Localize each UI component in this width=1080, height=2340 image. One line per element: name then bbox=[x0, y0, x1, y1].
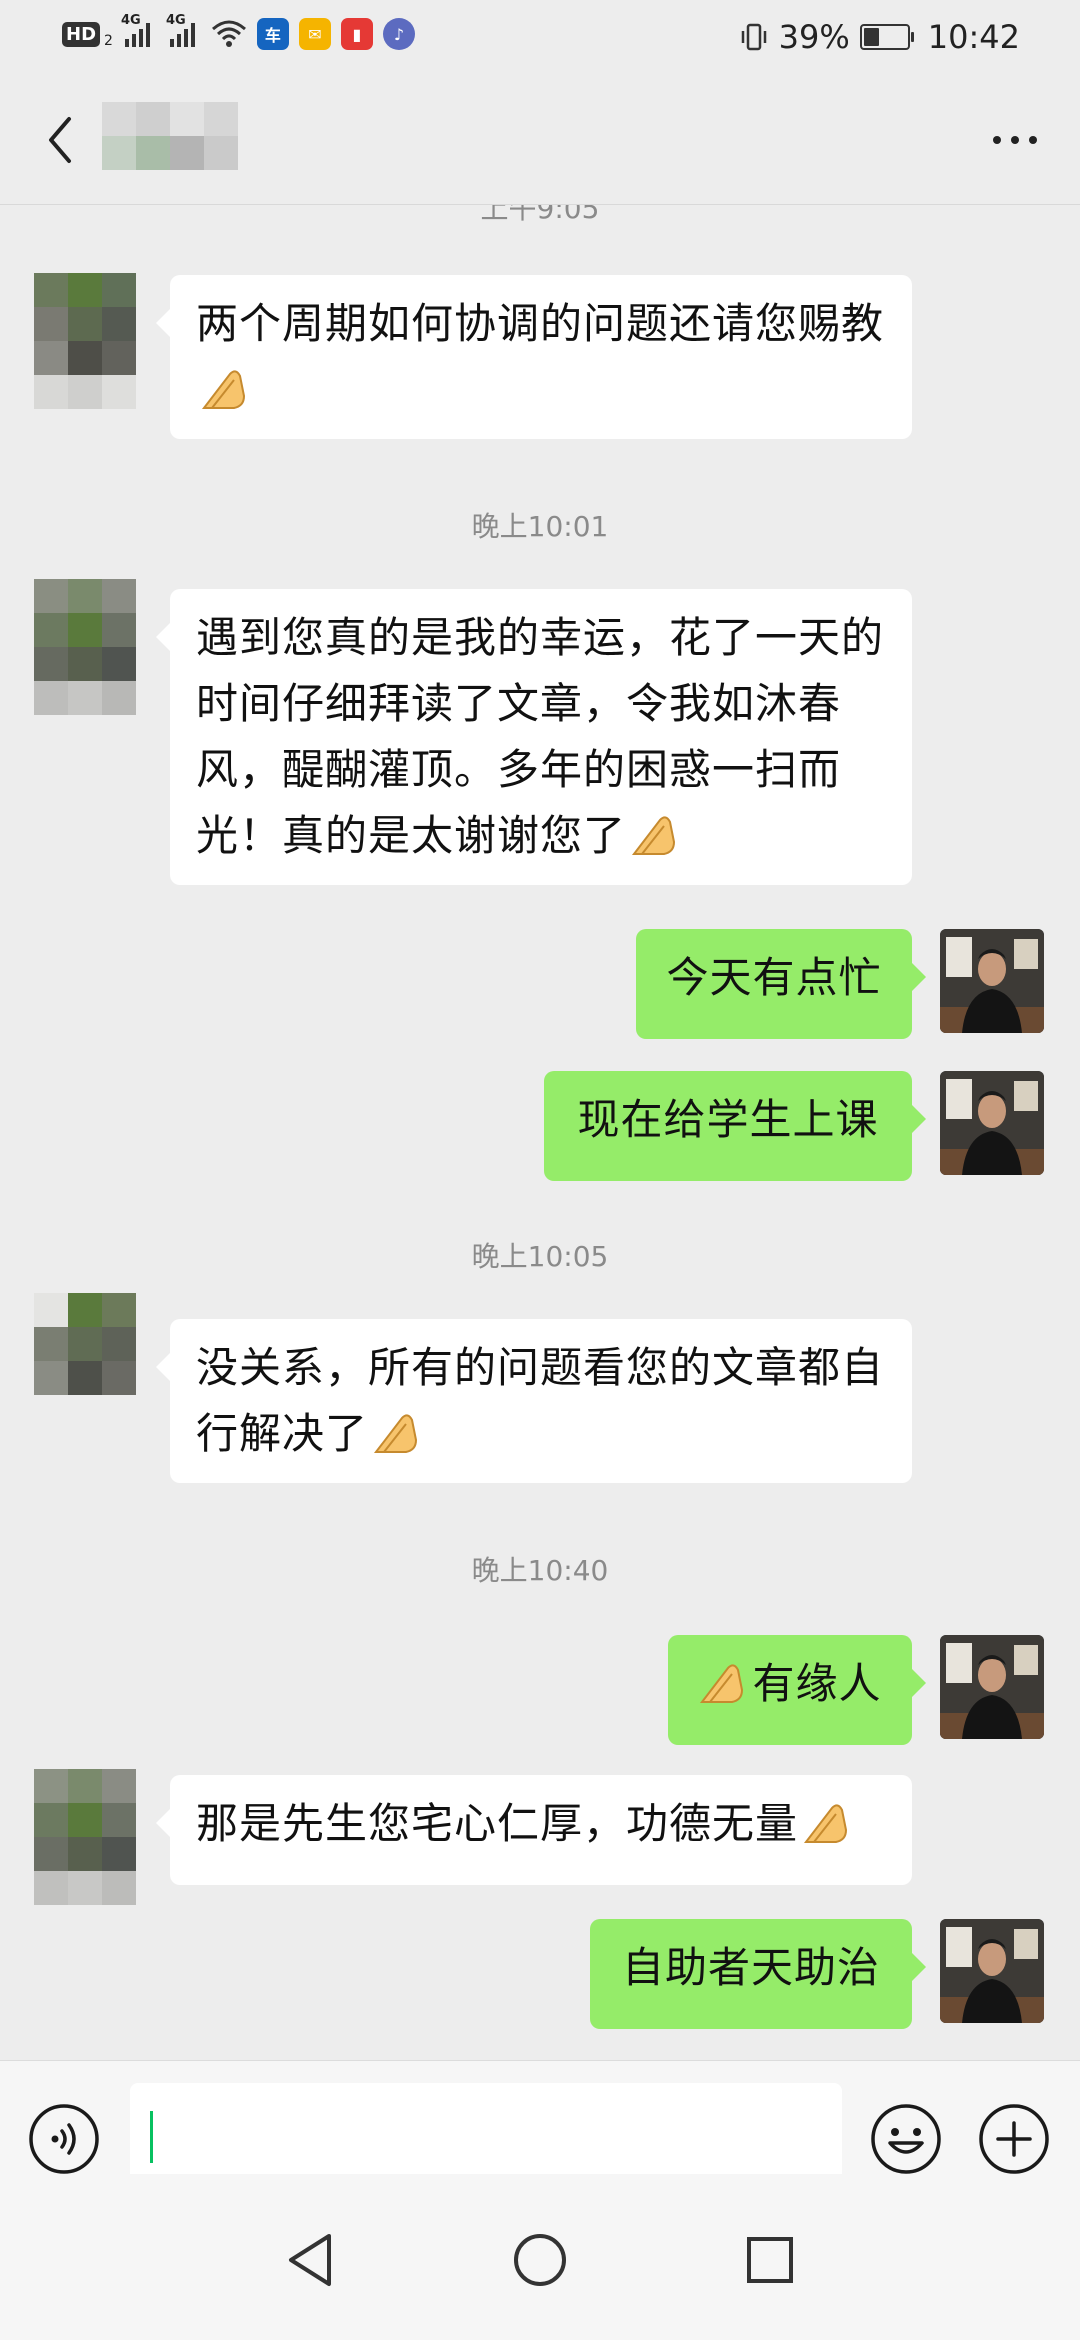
message-text: 没关系，所有的问题看您的文章都自行解决了 bbox=[196, 1343, 885, 1458]
back-button[interactable] bbox=[30, 110, 90, 170]
person-photo-icon bbox=[940, 1635, 1044, 1739]
message-text: 遇到您真的是我的幸运，花了一天的时间仔细拜读了文章，令我如沐春风，醍醐灌顶。多年… bbox=[196, 613, 885, 860]
chevron-left-icon bbox=[49, 117, 71, 163]
praying-hands-emoji-icon bbox=[803, 1804, 848, 1843]
more-button[interactable] bbox=[980, 112, 1050, 168]
system-navigation-bar bbox=[0, 2174, 1080, 2340]
person-photo-icon bbox=[940, 929, 1044, 1033]
status-right: 39% 10:42 bbox=[739, 18, 1020, 56]
chat-area[interactable]: 上午9:05 两个周期如何协调的问题还请您赐教 晚上10:01 遇到您真的是我的… bbox=[0, 205, 1080, 2060]
message-bubble-incoming[interactable]: 两个周期如何协调的问题还请您赐教 bbox=[156, 275, 912, 439]
praying-hands-emoji-icon bbox=[201, 370, 246, 409]
message-text: 有缘人 bbox=[752, 1659, 882, 1708]
battery-percent: 39% bbox=[778, 18, 850, 56]
contact-name-pixelated bbox=[102, 102, 238, 170]
home-circle-icon bbox=[514, 2234, 566, 2286]
message-bubble-incoming[interactable]: 遇到您真的是我的幸运，花了一天的时间仔细拜读了文章，令我如沐春风，醍醐灌顶。多年… bbox=[156, 589, 912, 885]
text-caret bbox=[150, 2111, 153, 2163]
my-avatar[interactable] bbox=[940, 1071, 1044, 1175]
recents-square-icon bbox=[747, 2237, 793, 2283]
message-bubble-outgoing[interactable]: 有缘人 bbox=[668, 1635, 926, 1745]
message-bubble-outgoing[interactable]: 现在给学生上课 bbox=[544, 1071, 926, 1181]
message-text: 两个周期如何协调的问题还请您赐教 bbox=[196, 299, 885, 348]
voice-icon bbox=[29, 2104, 99, 2174]
praying-hands-emoji-icon bbox=[373, 1414, 418, 1453]
emoji-icon bbox=[871, 2104, 941, 2174]
timestamp: 上午9:05 bbox=[480, 205, 600, 225]
hd-badge: HD bbox=[62, 21, 101, 47]
timestamp: 晚上10:01 bbox=[471, 510, 609, 543]
person-photo-icon bbox=[940, 1919, 1044, 2023]
system-home-button[interactable] bbox=[510, 2230, 570, 2290]
network-type-1: 4G bbox=[120, 13, 141, 28]
message-text: 今天有点忙 bbox=[666, 953, 882, 1002]
status-bar: HD 2 4G 4G 车 ✉ ▮ ♪ 39% 10:42 bbox=[0, 0, 1080, 76]
clock: 10:42 bbox=[927, 18, 1020, 56]
chat-header bbox=[0, 76, 1080, 205]
system-back-button[interactable] bbox=[280, 2230, 340, 2290]
person-photo-icon bbox=[940, 1071, 1044, 1175]
my-avatar[interactable] bbox=[940, 929, 1044, 1033]
message-text: 那是先生您宅心仁厚，功德无量 bbox=[196, 1799, 799, 1848]
message-bubble-outgoing[interactable]: 自助者天助治 bbox=[590, 1919, 926, 2029]
contact-avatar[interactable] bbox=[34, 579, 136, 715]
status-left: HD 2 4G 4G 车 ✉ ▮ ♪ bbox=[62, 13, 415, 50]
music-icon: ♪ bbox=[382, 18, 415, 50]
contact-avatar[interactable] bbox=[34, 1293, 136, 1429]
wifi-icon bbox=[211, 20, 246, 47]
contact-avatar[interactable] bbox=[34, 273, 136, 409]
timestamp: 晚上10:05 bbox=[471, 1240, 609, 1273]
signal-icon: 4G bbox=[121, 13, 150, 47]
network-type-2: 4G bbox=[165, 13, 186, 28]
plus-button[interactable] bbox=[978, 2103, 1050, 2175]
message-text: 自助者天助治 bbox=[621, 1943, 880, 1992]
message-bubble-incoming[interactable]: 那是先生您宅心仁厚，功德无量 bbox=[156, 1775, 912, 1885]
message-bubble-incoming[interactable]: 没关系，所有的问题看您的文章都自行解决了 bbox=[156, 1319, 912, 1483]
contact-avatar[interactable] bbox=[34, 1769, 136, 1905]
back-triangle-icon bbox=[289, 2234, 331, 2286]
hd-sub: 2 bbox=[104, 33, 113, 49]
input-bar bbox=[0, 2060, 1080, 2189]
signal-icon-2: 4G bbox=[166, 13, 195, 47]
vibrate-icon bbox=[741, 23, 766, 51]
my-avatar[interactable] bbox=[940, 1635, 1044, 1739]
plus-icon bbox=[979, 2104, 1049, 2174]
more-icon bbox=[993, 136, 1037, 144]
message-text: 现在给学生上课 bbox=[577, 1095, 879, 1144]
praying-hands-emoji-icon bbox=[700, 1664, 744, 1703]
mail-icon: ✉ bbox=[298, 18, 331, 50]
reader-app-icon: ▮ bbox=[340, 18, 373, 50]
timestamp: 晚上10:40 bbox=[471, 1554, 609, 1587]
car-app-icon: 车 bbox=[256, 18, 289, 50]
my-avatar[interactable] bbox=[940, 1919, 1044, 2023]
system-recents-button[interactable] bbox=[740, 2230, 800, 2290]
battery-icon bbox=[859, 24, 914, 50]
voice-button[interactable] bbox=[28, 2103, 100, 2175]
emoji-button[interactable] bbox=[870, 2103, 942, 2175]
message-bubble-outgoing[interactable]: 今天有点忙 bbox=[636, 929, 926, 1039]
praying-hands-emoji-icon bbox=[631, 816, 676, 855]
